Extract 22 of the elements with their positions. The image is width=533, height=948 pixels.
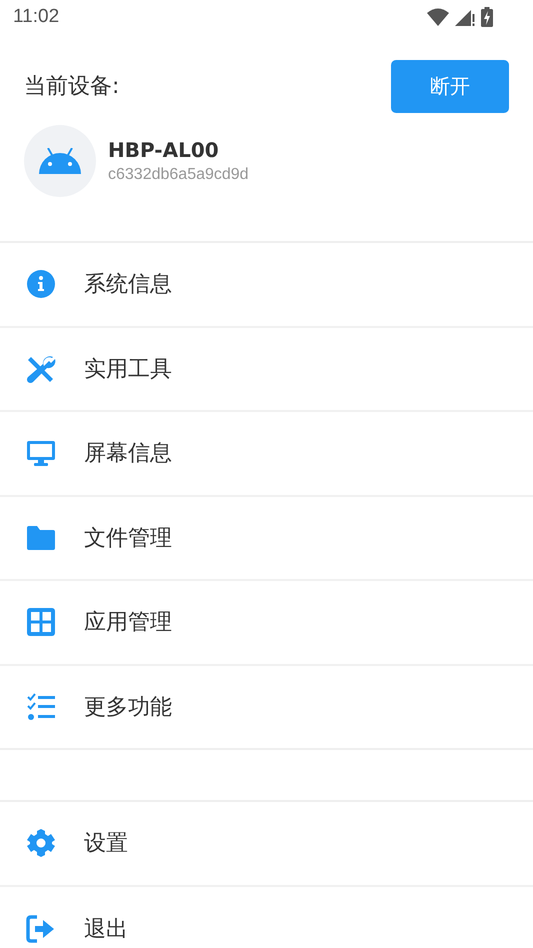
- menu-item[interactable]: 屏幕信息: [0, 412, 533, 496]
- device-name: HBP-AL00: [108, 138, 220, 162]
- tools-icon: [26, 354, 56, 384]
- checklist-icon: [26, 692, 56, 722]
- device-serial: c6332db6a5a9cd9d: [108, 166, 249, 184]
- menu-item[interactable]: 系统信息: [0, 243, 533, 328]
- monitor-icon: [26, 438, 56, 468]
- battery-icon: [481, 7, 493, 27]
- android-icon: [39, 148, 81, 174]
- signal-icon: [455, 8, 475, 26]
- menu-item[interactable]: 退出: [0, 886, 533, 948]
- wifi-icon: [427, 8, 449, 26]
- current-device-label: 当前设备:: [24, 73, 120, 101]
- gear-icon: [26, 828, 56, 858]
- menu-item[interactable]: 实用工具: [0, 328, 533, 412]
- menu-item[interactable]: 设置: [0, 802, 533, 886]
- menu-item[interactable]: 文件管理: [0, 496, 533, 581]
- menu-item[interactable]: 应用管理: [0, 581, 533, 666]
- grid-icon: [26, 607, 56, 638]
- exit-icon: [26, 914, 56, 944]
- status-time: 11:02: [13, 6, 60, 28]
- info-icon: [26, 269, 56, 300]
